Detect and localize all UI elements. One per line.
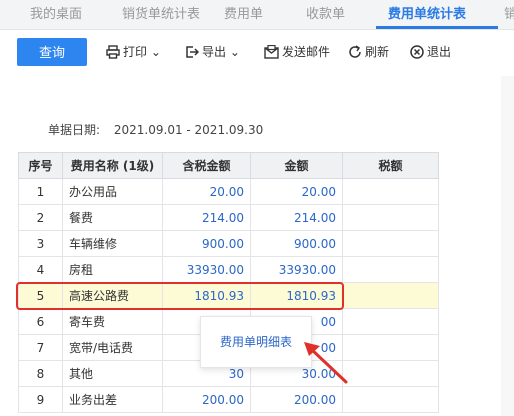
cell-tax	[342, 256, 439, 283]
context-menu: 费用单明细表	[200, 316, 312, 368]
chevron-down-icon: ⌄	[229, 45, 240, 59]
printer-icon	[106, 45, 120, 59]
cell-tax	[342, 178, 439, 205]
date-filter: 单据日期: 2021.09.01 - 2021.09.30	[48, 121, 263, 138]
cell-name: 车辆维修	[62, 230, 163, 257]
cell-tax-incl[interactable]: 33930.00	[162, 256, 251, 283]
cell-no: 4	[18, 256, 63, 283]
cell-tax-incl[interactable]: 214.00	[162, 204, 251, 231]
cell-name: 办公用品	[62, 178, 163, 205]
cell-tax	[342, 282, 439, 309]
tab-sales-partial[interactable]: 销	[504, 0, 514, 29]
cell-name: 餐费	[62, 204, 163, 231]
col-header-tax-incl[interactable]: 含税金额	[162, 152, 251, 179]
export-label: 导出	[202, 45, 227, 59]
cell-tax	[342, 386, 439, 413]
chevron-down-icon: ⌄	[150, 45, 161, 59]
tab-my-desktop[interactable]: 我的桌面	[30, 0, 82, 29]
query-button[interactable]: 查询	[17, 38, 87, 66]
active-tab-indicator	[376, 26, 498, 29]
send-email-label: 发送邮件	[282, 45, 331, 59]
annotation-arrow-icon	[304, 342, 348, 384]
cell-tax	[342, 308, 439, 335]
table-row[interactable]: 4 房租 33930.00 33930.00	[18, 256, 439, 283]
cell-tax-incl[interactable]: 200.00	[162, 386, 251, 413]
close-circle-icon	[410, 45, 424, 59]
export-icon	[186, 46, 200, 58]
date-filter-label: 单据日期:	[48, 123, 101, 137]
toolbar: 查询 打印 ⌄ 导出 ⌄ 发送邮件 刷新 退出	[0, 30, 514, 76]
col-header-amount[interactable]: 金额	[250, 152, 343, 179]
cell-name: 其他	[62, 360, 163, 387]
cell-tax	[342, 204, 439, 231]
exit-label: 退出	[427, 45, 452, 59]
tab-expense-stats[interactable]: 费用单统计表	[388, 0, 466, 29]
cell-no: 2	[18, 204, 63, 231]
print-button[interactable]: 打印 ⌄	[106, 38, 161, 66]
table-row[interactable]: 3 车辆维修 900.00 900.00	[18, 230, 439, 257]
scrollbar[interactable]	[501, 76, 514, 416]
table-row[interactable]: 1 办公用品 20.00 20.00	[18, 178, 439, 205]
cell-name: 业务出差	[62, 386, 163, 413]
cell-amount[interactable]: 214.00	[250, 204, 343, 231]
date-filter-value: 2021.09.01 - 2021.09.30	[113, 123, 264, 137]
cell-tax-incl[interactable]: 900.00	[162, 230, 251, 257]
table-row[interactable]: 2 餐费 214.00 214.00	[18, 204, 439, 231]
cell-name: 宽带/电话费	[62, 334, 163, 361]
cell-no: 9	[18, 386, 63, 413]
cell-amount[interactable]: 200.00	[250, 386, 343, 413]
cell-tax	[342, 230, 439, 257]
cell-name: 房租	[62, 256, 163, 283]
cell-no: 6	[18, 308, 63, 335]
cell-tax	[342, 334, 439, 361]
tab-sales-stats[interactable]: 销货单统计表	[122, 0, 200, 29]
col-header-tax[interactable]: 税额	[342, 152, 439, 179]
mail-icon	[264, 44, 279, 59]
refresh-button[interactable]: 刷新	[348, 38, 389, 66]
table-row[interactable]: 9 业务出差 200.00 200.00	[18, 386, 439, 413]
table-header-row: 序号 费用名称 (1级) 含税金额 金额 税额	[18, 152, 439, 179]
refresh-label: 刷新	[365, 45, 390, 59]
cell-tax-incl[interactable]: 20.00	[162, 178, 251, 205]
tab-expense-bill[interactable]: 费用单	[224, 0, 263, 29]
cell-amount[interactable]: 900.00	[250, 230, 343, 257]
cell-amount[interactable]: 33930.00	[250, 256, 343, 283]
selected-row-highlight	[16, 282, 344, 310]
tab-receipt-bill[interactable]: 收款单	[306, 0, 345, 29]
exit-button[interactable]: 退出	[410, 38, 451, 66]
cell-no: 8	[18, 360, 63, 387]
print-label: 打印	[123, 45, 148, 59]
cell-amount[interactable]: 20.00	[250, 178, 343, 205]
col-header-name[interactable]: 费用名称 (1级)	[62, 152, 163, 179]
cell-tax	[342, 360, 439, 387]
col-header-no[interactable]: 序号	[18, 152, 63, 179]
cell-no: 3	[18, 230, 63, 257]
cell-name: 寄车费	[62, 308, 163, 335]
refresh-icon	[349, 45, 361, 58]
cell-no: 7	[18, 334, 63, 361]
send-email-button[interactable]: 发送邮件	[264, 38, 330, 66]
tab-bar: 我的桌面 销货单统计表 费用单 收款单 费用单统计表 销	[0, 0, 514, 30]
cell-no: 1	[18, 178, 63, 205]
export-button[interactable]: 导出 ⌄	[185, 38, 240, 66]
menu-item-expense-detail[interactable]: 费用单明细表	[220, 335, 292, 349]
